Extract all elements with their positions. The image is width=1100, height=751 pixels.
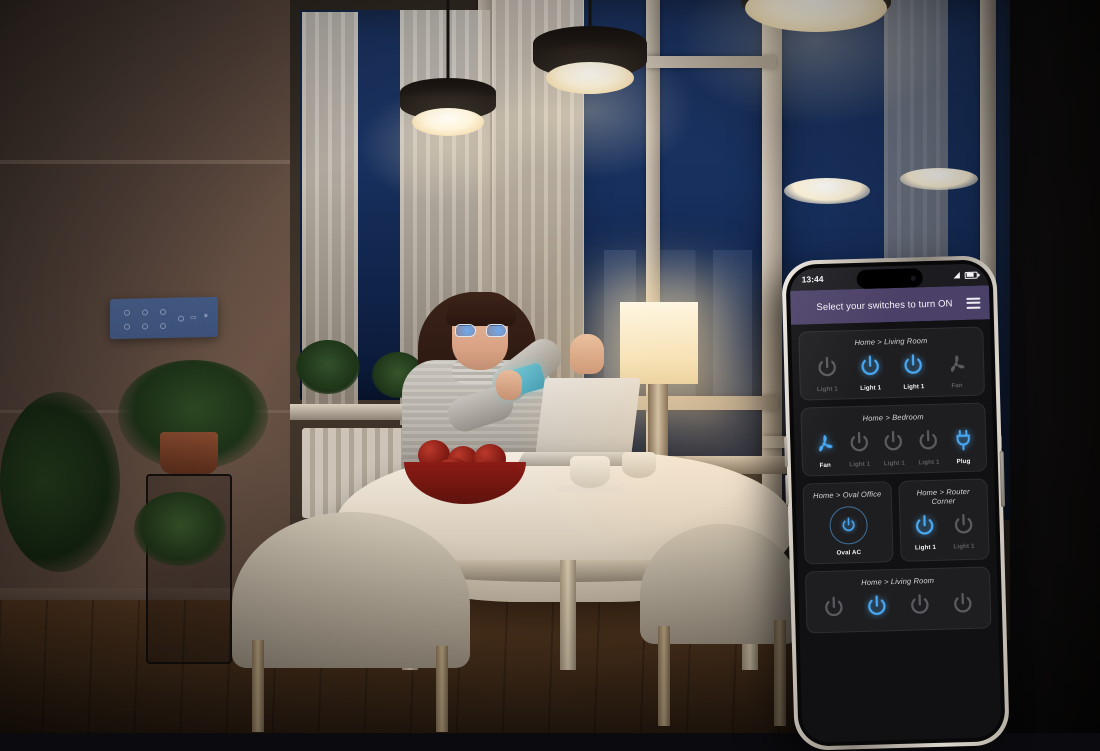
switch-label: Fan [819, 462, 831, 469]
hamburger-menu-icon[interactable] [966, 297, 980, 308]
table-lamp-shade [620, 302, 698, 384]
pendant-lamp [520, 0, 660, 120]
chair-leg [774, 620, 786, 726]
switch-toggle[interactable]: Light 1 [911, 428, 947, 467]
room-switch-card: Home > Router Corner Light 1 Light 1 [898, 478, 989, 561]
window-mullion [762, 0, 782, 560]
switch-row: Oval AC [809, 505, 887, 557]
chair-leg [658, 626, 670, 726]
power-icon [846, 430, 873, 457]
eyeglasses [455, 324, 507, 338]
app-bar-title: Select your switches to turn ON [802, 297, 966, 313]
switch-row [812, 591, 986, 627]
switch-toggle[interactable]: Light 1 [851, 353, 890, 392]
battery-icon [965, 271, 978, 278]
person-hair-front [446, 292, 516, 326]
dynamic-island [856, 268, 923, 289]
switch-row: Light 1 Light 1 Light 1 Fan [805, 351, 979, 394]
switch-label: Fan [951, 382, 963, 389]
switch-label: Light 1 [915, 544, 936, 552]
power-icon [907, 592, 934, 619]
switch-toggle[interactable] [857, 593, 896, 625]
plug-icon [950, 427, 977, 454]
room-switch-card: Home > Bedroom Fan Light 1 Light 1 Light 1 Pl… [800, 402, 987, 476]
switch-toggle[interactable] [944, 591, 983, 623]
power-icon [813, 355, 840, 382]
ceiling-light [784, 178, 870, 204]
switch-toggle[interactable] [901, 592, 940, 624]
switch-row: Fan Light 1 Light 1 Light 1 Plug [807, 427, 981, 470]
card-breadcrumb-title: Home > Router Corner [905, 487, 982, 507]
power-icon [950, 591, 977, 618]
power-icon [857, 353, 884, 380]
smartphone-mockup: 13:44 Select your switches to turn ON Ho… [781, 255, 1010, 751]
card-breadcrumb-title: Home > Living Room [811, 575, 984, 589]
power-icon [880, 429, 907, 456]
coffee-cup [570, 456, 610, 488]
power-icon [820, 594, 847, 621]
room-switch-card: Home > Oval Office Oval AC [802, 481, 893, 564]
switch-card-list: Home > Living RoomLight 1Light 1Light 1F… [791, 319, 1002, 742]
ceiling-light [900, 168, 978, 190]
table-leg [560, 560, 576, 670]
power-icon [900, 352, 927, 379]
power-icon [915, 428, 942, 455]
switch-label: Light 1 [817, 386, 838, 394]
chair-leg [252, 640, 264, 732]
switch-toggle[interactable]: Oval AC [829, 506, 868, 557]
front-camera-icon [910, 275, 915, 280]
power-ringed-icon [829, 506, 868, 545]
switch-toggle[interactable]: Light 1 [906, 513, 945, 552]
switch-label: Oval AC [836, 549, 861, 557]
chair-leg [436, 646, 448, 732]
switch-label: Light 1 [953, 543, 974, 551]
wall-smart-switch-panel[interactable]: ▭ ✶ [110, 297, 218, 339]
table-lamp-base [648, 384, 668, 460]
fan-icon [943, 351, 970, 378]
switch-toggle[interactable]: Light 1 [842, 430, 878, 469]
switch-toggle[interactable]: Light 1 [944, 512, 983, 551]
switch-toggle[interactable]: Fan [807, 430, 843, 469]
wall-moulding [0, 160, 300, 164]
switch-toggle[interactable]: Light 1 [894, 352, 933, 391]
switch-label: Plug [957, 458, 971, 465]
switch-label: Light 1 [860, 384, 881, 392]
switch-label: Light 1 [849, 461, 870, 469]
card-breadcrumb-title: Home > Living Room [804, 335, 977, 349]
switch-label: Light 1 [884, 460, 905, 468]
fern-plant-small [134, 492, 226, 566]
signal-bars-icon [953, 271, 961, 279]
power-icon [912, 513, 939, 540]
person-left-hand [496, 370, 522, 400]
switch-toggle[interactable]: Fan [937, 351, 976, 390]
fern-plant-left [0, 392, 120, 572]
power-icon [950, 512, 977, 539]
plant-pot [160, 432, 218, 474]
switch-toggle[interactable]: Light 1 [807, 354, 846, 393]
pendant-lamp [726, 0, 906, 60]
windowsill-plant [296, 340, 360, 394]
switch-toggle[interactable]: Light 1 [876, 429, 912, 468]
room-switch-card: Home > Living Room [805, 566, 992, 633]
switch-toggle[interactable] [814, 594, 853, 626]
power-icon [839, 516, 857, 534]
app-bar: Select your switches to turn ON [790, 285, 990, 325]
fan-icon [811, 431, 838, 458]
switch-row: Light 1 Light 1 [905, 512, 983, 552]
switch-label: Light 1 [903, 383, 924, 391]
card-breadcrumb-title: Home > Bedroom [807, 411, 980, 425]
status-bar-time: 13:44 [802, 274, 824, 285]
person-right-hand [570, 334, 604, 374]
card-pair-row: Home > Oval Office Oval AC Home > Router C… [802, 478, 989, 571]
card-breadcrumb-title: Home > Oval Office [809, 489, 886, 500]
phone-screen: 13:44 Select your switches to turn ON Ho… [789, 263, 1001, 742]
laptop-screen [535, 378, 641, 456]
switch-toggle[interactable]: Plug [945, 427, 981, 466]
power-icon [863, 593, 890, 620]
switch-label: Light 1 [918, 459, 939, 467]
coffee-cup-second [622, 452, 656, 478]
pendant-lamp [388, 0, 508, 146]
room-switch-card: Home > Living Room Light 1 Light 1 Light 1 F… [798, 326, 985, 400]
